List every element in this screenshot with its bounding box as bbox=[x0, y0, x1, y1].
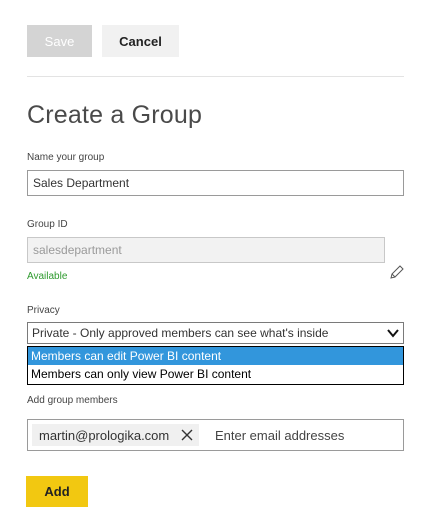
group-members-label: Add group members bbox=[27, 395, 118, 406]
privacy-selected-value: Private - Only approved members can see … bbox=[32, 326, 329, 340]
add-button[interactable]: Add bbox=[26, 476, 88, 507]
divider bbox=[27, 76, 404, 77]
dropdown-option-view[interactable]: Members can only view Power BI content bbox=[28, 365, 403, 383]
privacy-dropdown-list: Members can edit Power BI content Member… bbox=[27, 346, 404, 385]
availability-status: Available bbox=[27, 271, 68, 282]
privacy-select[interactable]: Private - Only approved members can see … bbox=[27, 322, 404, 344]
privacy-label: Privacy bbox=[27, 305, 60, 316]
chevron-down-icon bbox=[386, 326, 400, 340]
dropdown-option-edit[interactable]: Members can edit Power BI content bbox=[28, 347, 403, 365]
pencil-icon[interactable] bbox=[389, 264, 405, 280]
save-button[interactable]: Save bbox=[27, 25, 92, 57]
member-chip: martin@prologika.com bbox=[32, 424, 200, 446]
group-id-label: Group ID bbox=[27, 219, 68, 230]
member-email: martin@prologika.com bbox=[39, 427, 170, 443]
group-members-input[interactable]: martin@prologika.com Enter email address… bbox=[27, 419, 404, 451]
close-icon[interactable] bbox=[179, 427, 195, 443]
email-input-placeholder[interactable]: Enter email addresses bbox=[215, 428, 344, 443]
group-name-input[interactable]: Sales Department bbox=[27, 170, 404, 196]
group-name-label: Name your group bbox=[27, 152, 105, 163]
group-id-input: salesdepartment bbox=[27, 237, 385, 263]
cancel-button[interactable]: Cancel bbox=[102, 25, 179, 57]
page-title: Create a Group bbox=[27, 101, 203, 129]
